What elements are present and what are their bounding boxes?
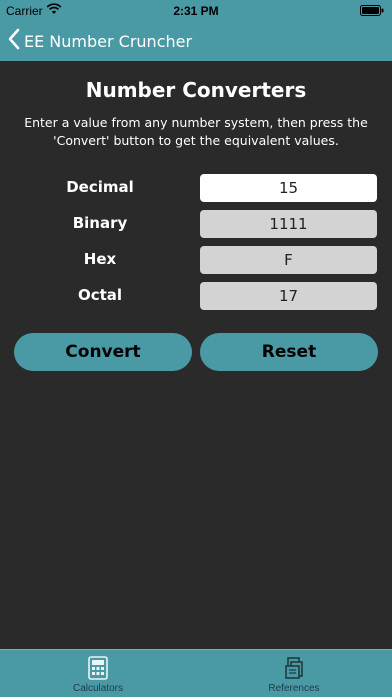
tab-references[interactable]: References — [196, 650, 392, 697]
convert-button[interactable]: Convert — [14, 333, 192, 371]
binary-input[interactable]: 1111 — [200, 210, 377, 238]
chevron-left-icon — [8, 28, 20, 54]
calculator-icon — [88, 656, 108, 680]
navigation-bar: EE Number Cruncher — [0, 22, 392, 61]
back-button[interactable]: EE Number Cruncher — [8, 28, 192, 54]
hex-row: Hex F — [0, 246, 392, 274]
octal-row: Octal 17 — [0, 282, 392, 310]
octal-label: Octal — [77, 286, 123, 304]
tab-calculators[interactable]: Calculators — [0, 650, 196, 697]
books-icon — [285, 657, 303, 679]
octal-input[interactable]: 17 — [200, 282, 377, 310]
hex-input[interactable]: F — [200, 246, 377, 274]
decimal-label: Decimal — [66, 178, 134, 196]
tab-references-label: References — [268, 683, 320, 694]
binary-row: Binary 1111 — [0, 210, 392, 238]
binary-label: Binary — [72, 214, 128, 232]
tab-bar: Calculators References — [0, 649, 392, 697]
battery-icon — [360, 5, 384, 16]
instructions-text: Enter a value from any number system, th… — [24, 115, 368, 148]
back-button-label: EE Number Cruncher — [24, 31, 193, 51]
decimal-row: Decimal 15 — [0, 174, 392, 202]
decimal-input[interactable]: 15 — [200, 174, 377, 202]
page-title: Number Converters — [85, 78, 307, 102]
status-time: 2:31 PM — [173, 4, 219, 18]
tab-calculators-label: Calculators — [72, 683, 124, 694]
hex-label: Hex — [83, 250, 117, 268]
reset-button[interactable]: Reset — [200, 333, 378, 371]
status-bar: Carrier 2:31 PM — [0, 0, 392, 22]
